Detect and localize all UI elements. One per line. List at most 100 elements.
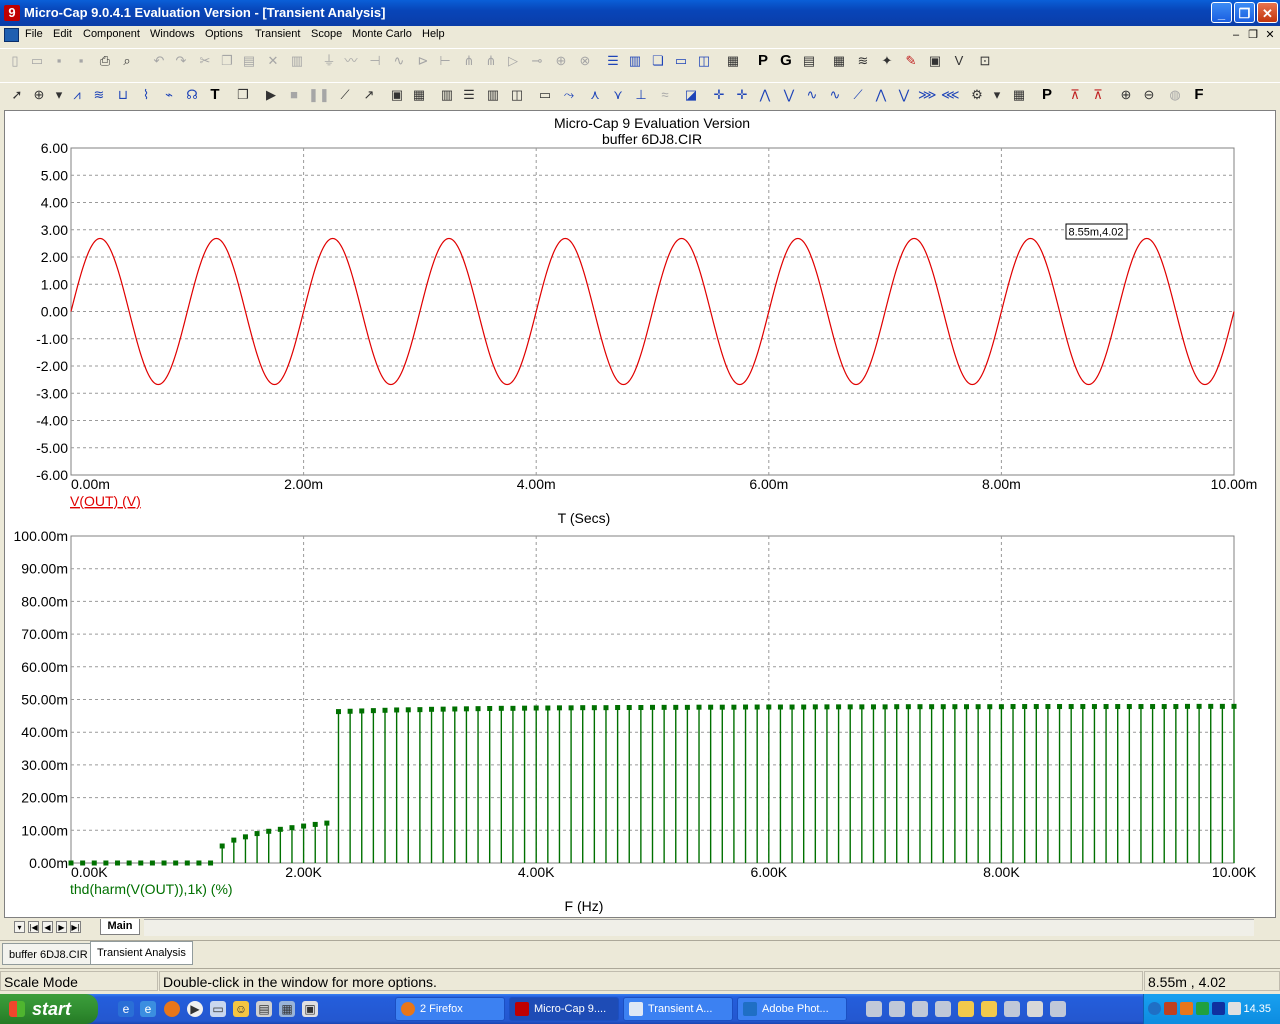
paste-icon[interactable]: ▤ — [240, 52, 258, 70]
explorer-icon[interactable]: ▤ — [256, 1001, 272, 1017]
sine-source-icon[interactable]: ⊗ — [576, 52, 594, 70]
horizontal-scrollbar[interactable] — [144, 919, 1254, 936]
mdi-close-button[interactable]: ✕ — [1262, 28, 1278, 42]
stack-icon[interactable]: ≋ — [90, 86, 108, 104]
copy-icon[interactable]: ❐ — [218, 52, 236, 70]
transient-voltage-chart[interactable]: 6.00 5.00 4.00 3.00 2.00 1.00 0.00 -1.00 -2.00 -3… — [36, 140, 1257, 526]
data-points-icon[interactable]: ⌁ — [160, 86, 178, 104]
pin-icon[interactable]: ✦ — [878, 52, 896, 70]
grid-icon[interactable]: ▦ — [410, 86, 428, 104]
minor-grid-icon[interactable]: ▥ — [438, 86, 456, 104]
doc-tab-circuit[interactable]: buffer 6DJ8.CIR — [2, 943, 95, 965]
peak-icon[interactable]: ⋏ — [586, 86, 604, 104]
select-arrow-icon[interactable]: ➚ — [8, 86, 26, 104]
line-tool-icon[interactable]: ⟋ — [336, 86, 354, 104]
run-icon[interactable]: ▶ — [262, 86, 280, 104]
menu-component[interactable]: Component — [83, 28, 140, 40]
cursor-tag[interactable]: 8.55m,4.02 — [1065, 223, 1128, 240]
valley-icon[interactable]: ⋎ — [609, 86, 627, 104]
page-dropdown-button[interactable]: ▾ — [14, 921, 25, 933]
last-page-button[interactable]: ▶| — [70, 921, 81, 933]
messenger-icon[interactable]: ☺ — [233, 1001, 249, 1017]
right-cursor-icon[interactable]: ✛ — [733, 86, 751, 104]
cursor-mode-icon[interactable]: ⤳ — [560, 86, 578, 104]
taskbar-transient[interactable]: Transient A... — [623, 997, 733, 1021]
ground-icon[interactable]: ⏚ — [320, 52, 338, 70]
cursor-lock-icon[interactable]: ⋘ — [941, 86, 960, 104]
mdi-restore-button[interactable]: ❐ — [1245, 28, 1261, 42]
inductor-icon[interactable]: ∿ — [390, 52, 408, 70]
print-icon[interactable]: ⎙ — [96, 52, 114, 70]
firefox-icon[interactable] — [164, 1001, 180, 1017]
scale-icon[interactable]: ⊔ — [114, 86, 132, 104]
tray-app5-icon[interactable] — [1004, 1001, 1020, 1017]
first-page-button[interactable]: |◀ — [28, 921, 39, 933]
calculator-icon[interactable]: ▦ — [724, 52, 742, 70]
print-preview-icon[interactable]: ⌕ — [118, 52, 136, 70]
settings-icon[interactable]: ⚙ — [968, 86, 986, 104]
menu-options[interactable]: Options — [205, 28, 243, 40]
graph-icon[interactable]: ☊ — [183, 86, 201, 104]
diode-icon[interactable]: ⊳ — [414, 52, 432, 70]
menu-file[interactable]: File — [25, 28, 43, 40]
page-tab-main[interactable]: Main — [100, 919, 140, 935]
go-to-x-icon[interactable]: ⟋ — [849, 86, 867, 104]
tray-expand-icon[interactable] — [1148, 1002, 1161, 1015]
settings-chevron-icon[interactable]: ▾ — [988, 86, 1006, 104]
arrow-tool-icon[interactable]: ↗ — [360, 86, 378, 104]
zoom-fit-icon[interactable]: ⊡ — [976, 52, 994, 70]
series-vout-legend[interactable]: V(OUT) (V) — [70, 493, 141, 509]
source-icon[interactable]: ⊕ — [552, 52, 570, 70]
next-page-button[interactable]: ▶ — [56, 921, 67, 933]
markers-icon[interactable]: ⋙ — [918, 86, 937, 104]
select-all-icon[interactable]: ▥ — [288, 52, 306, 70]
tray-app2-icon[interactable] — [889, 1001, 905, 1017]
thd-chart[interactable]: 100.00m 90.00m 80.00m 70.00m 60.00m 50.00m 40.… — [14, 528, 1257, 914]
network-icon[interactable]: ▦ — [279, 1001, 295, 1017]
frame-icon[interactable]: ▣ — [926, 52, 944, 70]
slope-icon[interactable]: ∿ — [803, 86, 821, 104]
ripple-icon[interactable]: ∿ — [826, 86, 844, 104]
new-file-icon[interactable]: ▯ — [6, 52, 24, 70]
menu-help[interactable]: Help — [422, 28, 445, 40]
columns-icon[interactable]: ◫ — [508, 86, 526, 104]
tile-vertical-icon[interactable]: ▥ — [626, 52, 644, 70]
zoom-out-icon[interactable]: ⊖ — [1140, 86, 1158, 104]
resistor-icon[interactable]: 〰 — [342, 52, 360, 70]
plot-properties-icon[interactable]: ⩘ — [68, 86, 86, 104]
mdi-minimize-button[interactable]: – — [1228, 28, 1244, 42]
start-button[interactable]: start — [0, 994, 98, 1024]
horizontal-grid-icon[interactable]: ☰ — [460, 86, 478, 104]
ie-alt-icon[interactable]: e — [140, 1001, 156, 1017]
cut-icon[interactable]: ✂ — [196, 52, 214, 70]
document-icon[interactable] — [4, 28, 19, 42]
tray-app6-icon[interactable] — [1027, 1001, 1043, 1017]
zoom-in-icon[interactable]: ⊕ — [1117, 86, 1135, 104]
low-icon[interactable]: ≈ — [656, 86, 674, 104]
tokens-icon[interactable]: ⌇ — [137, 86, 155, 104]
next-peak-icon[interactable]: ⋀ — [756, 86, 774, 104]
taskbar-firefox[interactable]: 2 Firefox — [395, 997, 505, 1021]
ie-icon[interactable]: e — [118, 1001, 134, 1017]
menu-edit[interactable]: Edit — [53, 28, 72, 40]
tray-network-icon[interactable] — [1196, 1002, 1209, 1015]
minimize-button[interactable]: _ — [1211, 2, 1232, 23]
doc-tab-transient[interactable]: Transient Analysis — [90, 941, 193, 965]
cascade-icon[interactable]: ❏ — [649, 52, 667, 70]
pen-icon[interactable]: ✎ — [902, 52, 920, 70]
go-to-branch-icon[interactable]: ⋁ — [895, 86, 913, 104]
save-icon[interactable]: ▪ — [50, 52, 68, 70]
capacitor-icon[interactable]: ⊣ — [366, 52, 384, 70]
bias-icon[interactable]: ⊼ — [1089, 86, 1107, 104]
redo-icon[interactable]: ↷ — [172, 52, 190, 70]
tray-app3-icon[interactable] — [912, 1001, 928, 1017]
menu-transient[interactable]: Transient — [255, 28, 300, 40]
switch-icon[interactable]: ⊸ — [528, 52, 546, 70]
maximize-button[interactable]: ❐ — [1234, 2, 1255, 23]
tray-app4-icon[interactable] — [935, 1001, 951, 1017]
series-thd-legend[interactable]: thd(harm(V(OUT)),1k) (%) — [70, 881, 233, 897]
delete-icon[interactable]: ✕ — [264, 52, 282, 70]
left-cursor-icon[interactable]: ✛ — [710, 86, 728, 104]
grid-g-icon[interactable]: G — [777, 52, 795, 70]
tray-media-icon[interactable] — [1212, 1002, 1225, 1015]
